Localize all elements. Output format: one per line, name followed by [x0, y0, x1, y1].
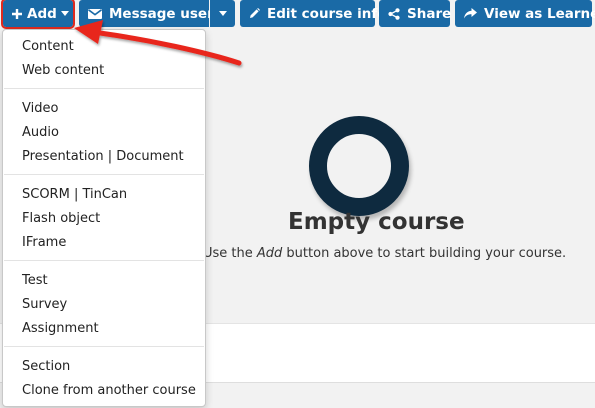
menu-item-assignment[interactable]: Assignment [22, 321, 99, 336]
menu-item-clone-course[interactable]: Clone from another course [22, 383, 196, 398]
add-button[interactable]: Add [1, 0, 75, 29]
menu-divider [4, 88, 204, 89]
menu-item-test[interactable]: Test [22, 273, 48, 288]
share-button[interactable]: Share [379, 0, 452, 27]
empty-desc-emphasis: Add [256, 246, 283, 261]
view-as-learner-label: View as Learner [484, 5, 595, 22]
menu-item-flash-object[interactable]: Flash object [22, 211, 100, 226]
edit-course-info-button[interactable]: Edit course info [240, 0, 387, 27]
course-toolbar: Add Message users Edit course info Share… [0, 0, 595, 29]
empty-course-title: Empty course [288, 209, 465, 235]
add-button-label: Add [27, 5, 57, 22]
pencil-icon [249, 8, 260, 19]
menu-item-audio[interactable]: Audio [22, 125, 59, 140]
menu-item-scorm-tincan[interactable]: SCORM | TinCan [22, 187, 127, 202]
menu-item-iframe[interactable]: IFrame [22, 235, 66, 250]
message-users-label: Message users [109, 5, 222, 22]
menu-item-presentation-document[interactable]: Presentation | Document [22, 149, 184, 164]
share-label: Share [407, 5, 452, 22]
menu-item-survey[interactable]: Survey [22, 297, 67, 312]
share-icon [388, 7, 400, 20]
edit-course-info-label: Edit course info [267, 5, 387, 22]
menu-item-web-content[interactable]: Web content [22, 63, 104, 78]
menu-item-content[interactable]: Content [22, 39, 74, 54]
menu-divider [4, 346, 204, 347]
empty-course-description: Use the Add button above to start buildi… [203, 246, 566, 261]
caret-down-icon [218, 11, 227, 16]
message-users-dropdown-toggle[interactable] [210, 0, 235, 27]
menu-item-section[interactable]: Section [22, 359, 70, 374]
envelope-icon [88, 8, 102, 19]
empty-desc-prefix: Use the [203, 246, 257, 261]
menu-divider [4, 174, 204, 175]
message-users-button[interactable]: Message users [79, 0, 222, 27]
arrow-share-icon [464, 8, 477, 19]
menu-item-video[interactable]: Video [22, 101, 58, 116]
empty-ring-icon [309, 116, 409, 216]
menu-divider [4, 260, 204, 261]
empty-desc-suffix: button above to start building your cour… [282, 246, 567, 261]
caret-down-icon [60, 11, 69, 16]
add-dropdown-menu: Content Web content Video Audio Presenta… [2, 29, 206, 407]
view-as-learner-button[interactable]: View as Learner [455, 0, 595, 27]
plus-icon [12, 8, 22, 19]
